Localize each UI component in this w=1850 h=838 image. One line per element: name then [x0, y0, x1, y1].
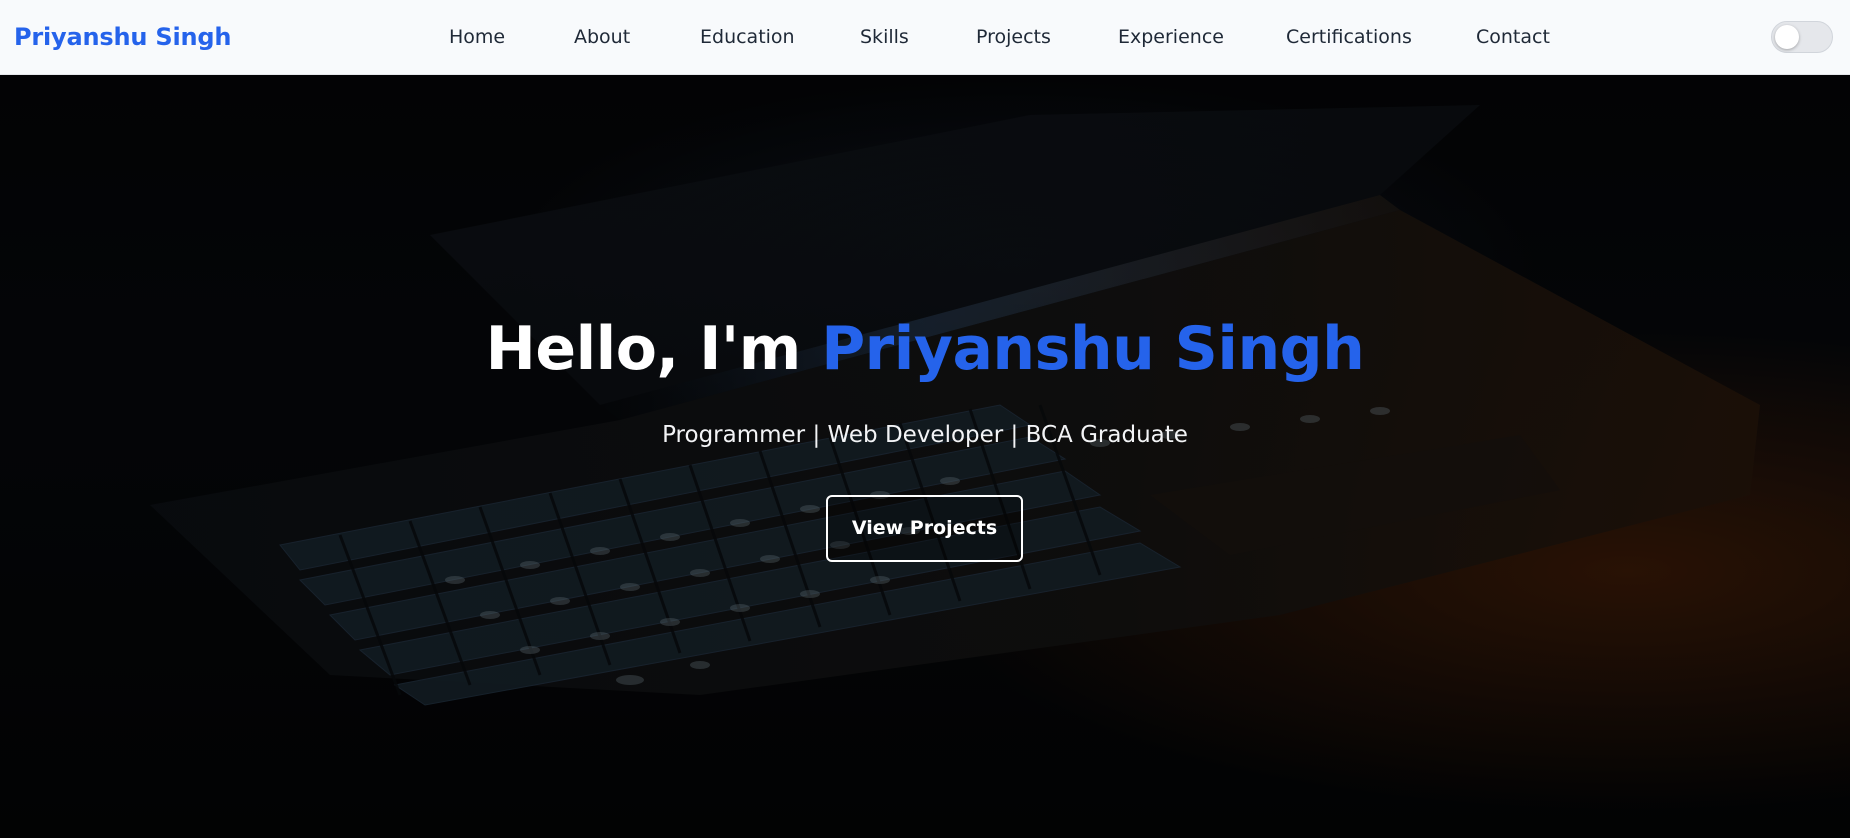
hero-title: Hello, I'm Priyanshu Singh	[0, 313, 1850, 385]
nav-certifications-link[interactable]: Certifications	[1286, 0, 1412, 75]
brand-logo[interactable]: Priyanshu Singh	[14, 0, 231, 75]
view-projects-button[interactable]: View Projects	[826, 495, 1023, 562]
nav-links: Home About Education Skills Projects Exp…	[0, 0, 1850, 75]
nav-contact-link[interactable]: Contact	[1476, 0, 1550, 75]
toggle-switch-icon	[1775, 25, 1799, 49]
nav-projects-link[interactable]: Projects	[976, 0, 1051, 75]
hero-section: Hello, I'm Priyanshu Singh Programmer | …	[0, 75, 1850, 838]
hero-subtitle: Programmer | Web Developer | BCA Graduat…	[662, 422, 1188, 448]
hero-greeting: Hello, I'm	[485, 314, 802, 384]
hero-name: Priyanshu Singh	[821, 314, 1365, 384]
nav-education-link[interactable]: Education	[700, 0, 795, 75]
theme-toggle[interactable]	[1771, 21, 1833, 53]
nav-about-link[interactable]: About	[574, 0, 630, 75]
nav-skills-link[interactable]: Skills	[860, 0, 909, 75]
nav-experience-link[interactable]: Experience	[1118, 0, 1224, 75]
nav-home-link[interactable]: Home	[449, 0, 505, 75]
hero-content: Hello, I'm Priyanshu Singh Programmer | …	[0, 75, 1850, 838]
navbar: Priyanshu Singh Home About Education Ski…	[0, 0, 1850, 75]
